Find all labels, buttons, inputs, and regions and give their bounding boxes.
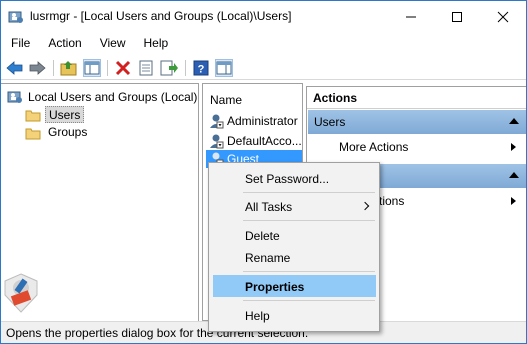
actions-group-label: Users [314,115,346,129]
tree-item-label: Groups [48,125,88,139]
forward-arrow-icon [29,61,46,75]
back-arrow-icon [6,61,23,75]
tree-root-label: Local Users and Groups (Local) [28,90,198,104]
svg-text:?: ? [198,64,205,76]
menu-bar: File Action View Help [1,34,176,54]
user-row-label: Administrator [227,114,298,128]
action-more-actions[interactable]: More Actions [339,140,516,154]
tree-root[interactable]: Local Users and Groups (Local) [7,89,197,105]
maximize-button[interactable] [434,1,480,32]
help-button[interactable]: ? [192,59,210,77]
user-icon [210,134,224,149]
submenu-arrow-icon [511,143,516,151]
user-icon [210,114,224,129]
submenu-arrow-icon [511,197,516,205]
delete-button[interactable] [114,59,132,77]
menu-item-rename[interactable]: Rename [213,246,376,268]
menu-view[interactable]: View [90,34,134,54]
menu-item-label: Rename [245,251,291,265]
menu-item-label: All Tasks [245,200,293,214]
site-logo [4,273,38,313]
properties-button[interactable] [137,59,155,77]
user-row-defaultaccount[interactable]: DefaultAcco... [208,132,302,150]
menu-item-label: Delete [245,229,280,243]
show-hide-tree-icon [84,61,100,75]
actions-title: Actions [307,87,526,109]
minimize-button[interactable] [388,1,434,32]
window-title: lusrmgr - [Local Users and Groups (Local… [30,9,292,23]
users-groups-icon [7,91,22,103]
context-menu: Set Password... All Tasks Delete Rename … [208,162,380,332]
menu-item-label: Help [245,309,270,323]
tree-item-label: Users [45,106,85,123]
menu-item-set-password[interactable]: Set Password... [213,167,376,189]
menu-item-label: Set Password... [245,172,330,186]
show-hide-tree-button[interactable] [83,59,101,77]
close-button[interactable] [480,1,526,32]
collapse-arrow-icon[interactable] [509,118,519,124]
properties-icon [139,60,153,76]
up-one-level-button[interactable] [60,59,78,77]
menu-help[interactable]: Help [134,34,177,54]
users-app-icon [8,9,24,25]
column-header-name[interactable]: Name [210,93,242,107]
menu-item-all-tasks[interactable]: All Tasks [213,195,376,217]
action-label: More Actions [339,140,409,154]
menu-item-properties[interactable]: Properties [213,275,376,297]
export-list-button[interactable] [160,59,178,77]
menu-item-help[interactable]: Help [213,304,376,326]
help-icon: ? [193,60,209,76]
forward-button[interactable] [28,59,46,77]
minimize-icon [406,16,416,17]
folder-icon [25,110,41,121]
delete-icon [115,60,131,76]
menu-file[interactable]: File [1,34,38,54]
submenu-chevron-icon [360,201,370,211]
show-hide-action-pane-button[interactable] [215,59,233,77]
back-button[interactable] [6,59,24,77]
toolbar: ? [1,55,526,80]
menu-action[interactable]: Action [38,34,89,54]
show-hide-action-pane-icon [216,61,232,75]
close-icon [497,11,509,22]
collapse-arrow-icon[interactable] [509,172,519,178]
actions-group-users[interactable]: Users [308,110,526,134]
tree-item-users[interactable]: Users [25,106,85,123]
menu-item-label: Properties [245,280,305,294]
maximize-icon [452,11,462,22]
menu-item-delete[interactable]: Delete [213,224,376,246]
folder-icon [25,128,41,139]
user-row-label: DefaultAcco... [227,134,302,148]
user-row-administrator[interactable]: Administrator [208,112,298,130]
app-window: lusrmgr - [Local Users and Groups (Local… [0,0,527,344]
up-folder-icon [60,61,77,76]
title-bar[interactable]: lusrmgr - [Local Users and Groups (Local… [1,1,526,32]
tree-item-groups[interactable]: Groups [25,124,90,141]
export-list-icon [160,60,178,76]
